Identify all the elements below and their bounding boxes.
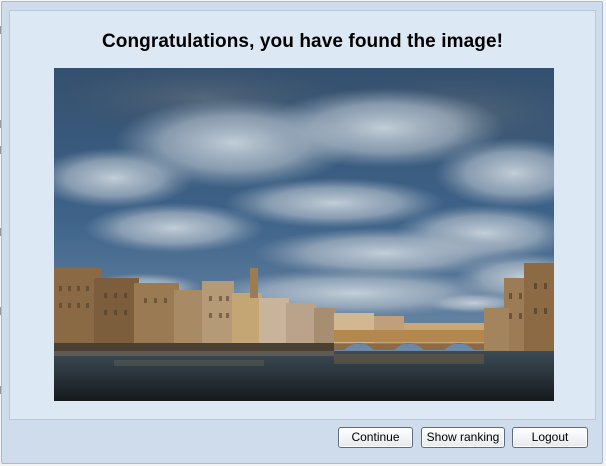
found-image — [54, 68, 554, 401]
button-bar: Continue Show ranking Logout — [2, 427, 602, 451]
logout-button[interactable]: Logout — [512, 427, 588, 448]
continue-button[interactable]: Continue — [338, 427, 413, 448]
result-dialog: Congratulations, you have found the imag… — [1, 1, 603, 464]
dialog-title: Congratulations, you have found the imag… — [101, 31, 504, 52]
show-ranking-button[interactable]: Show ranking — [421, 427, 505, 448]
content-panel: Congratulations, you have found the imag… — [9, 10, 596, 420]
